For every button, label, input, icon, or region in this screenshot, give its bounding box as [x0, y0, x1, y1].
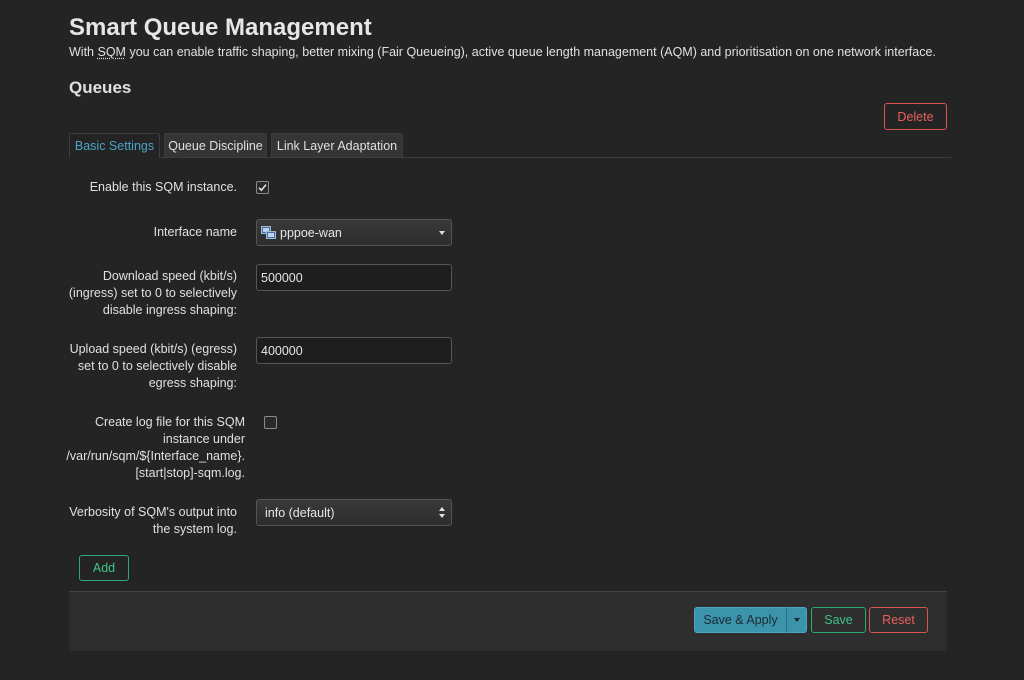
download-speed-input[interactable]: 500000 — [256, 264, 452, 291]
log-file-label: Create log file for this SQM instance un… — [66, 414, 245, 482]
download-label-line: Download speed (kbit/s) — [102, 269, 237, 283]
tab-basic-settings[interactable]: Basic Settings — [69, 133, 160, 158]
verbosity-label: Verbosity of SQM's output into the syste… — [69, 504, 237, 538]
add-button[interactable]: Add — [79, 555, 129, 581]
page-title: Smart Queue Management — [69, 14, 372, 41]
interface-label: Interface name — [153, 225, 237, 239]
save-button[interactable]: Save — [811, 607, 866, 633]
upload-label-line: set to 0 to selectively disable — [77, 359, 237, 373]
download-speed-label: Download speed (kbit/s) (ingress) set to… — [69, 268, 237, 319]
download-speed-value: 500000 — [261, 270, 303, 285]
upload-speed-value: 400000 — [261, 343, 303, 358]
tab-link-layer-adaptation[interactable]: Link Layer Adaptation — [271, 133, 403, 157]
verbosity-label-line: the system log. — [152, 522, 237, 536]
chevron-down-icon — [793, 618, 800, 622]
upload-label-line: egress shaping: — [148, 376, 237, 390]
sqm-abbreviation: SQM — [97, 45, 126, 59]
delete-button[interactable]: Delete — [884, 103, 947, 130]
network-interface-icon — [261, 225, 276, 239]
checkmark-icon — [258, 184, 267, 192]
tab-bar: Basic Settings Queue Discipline Link Lay… — [69, 133, 951, 158]
verbosity-select[interactable]: info (default) — [256, 499, 452, 526]
up-down-arrows-icon — [439, 507, 446, 519]
log-label-line: Create log file for this SQM — [94, 415, 245, 429]
chevron-down-icon — [439, 231, 445, 235]
interface-select[interactable]: pppoe-wan — [256, 219, 452, 246]
download-label-line: (ingress) set to 0 to selectively — [68, 286, 237, 300]
log-label-line: [start|stop]-sqm.log. — [135, 466, 245, 480]
tab-queue-discipline[interactable]: Queue Discipline — [164, 133, 267, 157]
upload-speed-input[interactable]: 400000 — [256, 337, 452, 364]
verbosity-label-line: Verbosity of SQM's output into — [69, 505, 237, 519]
save-apply-button[interactable]: Save & Apply — [694, 607, 787, 633]
log-file-checkbox[interactable] — [264, 416, 277, 429]
section-title-queues: Queues — [69, 78, 132, 97]
upload-label-line: Upload speed (kbit/s) (egress) — [69, 342, 237, 356]
reset-button[interactable]: Reset — [869, 607, 928, 633]
page: Smart Queue Management With SQM you can … — [0, 0, 1024, 680]
log-label-line: /var/run/sqm/${Interface_name}. — [66, 449, 245, 463]
interface-value: pppoe-wan — [280, 225, 342, 240]
upload-speed-label: Upload speed (kbit/s) (egress) set to 0 … — [70, 341, 237, 392]
log-label-line: instance under — [162, 432, 245, 446]
verbosity-value: info (default) — [265, 505, 335, 520]
page-description: With SQM you can enable traffic shaping,… — [69, 45, 936, 59]
description-text: you can enable traffic shaping, better m… — [125, 45, 936, 59]
description-prefix: With — [69, 45, 98, 59]
enable-checkbox[interactable] — [256, 181, 269, 194]
download-label-line: disable ingress shaping: — [102, 303, 237, 317]
save-apply-dropdown-button[interactable] — [786, 607, 807, 633]
enable-label: Enable this SQM instance. — [89, 180, 237, 194]
